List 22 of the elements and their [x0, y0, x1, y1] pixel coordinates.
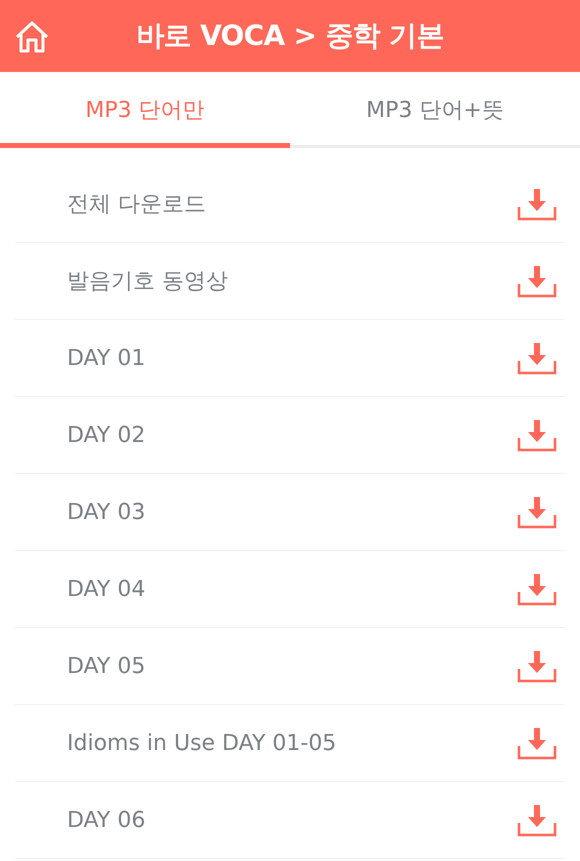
download-icon[interactable] — [517, 264, 557, 298]
home-icon[interactable] — [14, 20, 50, 54]
list-item-label[interactable]: 전체 다운로드 — [67, 188, 206, 220]
screen-title: 바로 VOCA > 중학 기본 — [136, 18, 444, 54]
download-icon[interactable] — [517, 187, 557, 221]
list-item-label[interactable]: DAY 05 — [67, 650, 146, 682]
download-icon[interactable] — [517, 649, 557, 683]
download-icon[interactable] — [517, 726, 557, 760]
list-item-label[interactable]: DAY 03 — [67, 496, 146, 528]
download-icon[interactable] — [517, 495, 557, 529]
tab[interactable]: MP3 단어+뜻 — [290, 72, 580, 148]
download-icon[interactable] — [517, 803, 557, 837]
list-item-label[interactable]: DAY 06 — [67, 804, 146, 836]
download-icon[interactable] — [517, 572, 557, 606]
list-item-label[interactable]: DAY 04 — [67, 572, 146, 606]
tab[interactable]: MP3 단어만 — [0, 72, 290, 148]
list-item-label[interactable]: Idioms in Use DAY 01-05 — [67, 726, 336, 760]
list-item-label[interactable]: DAY 01 — [67, 342, 146, 374]
download-icon[interactable] — [517, 341, 557, 375]
list-item-label[interactable]: DAY 02 — [67, 418, 146, 452]
download-icon[interactable] — [517, 418, 557, 452]
list-item-label[interactable]: 발음기호 동영상 — [67, 264, 228, 298]
